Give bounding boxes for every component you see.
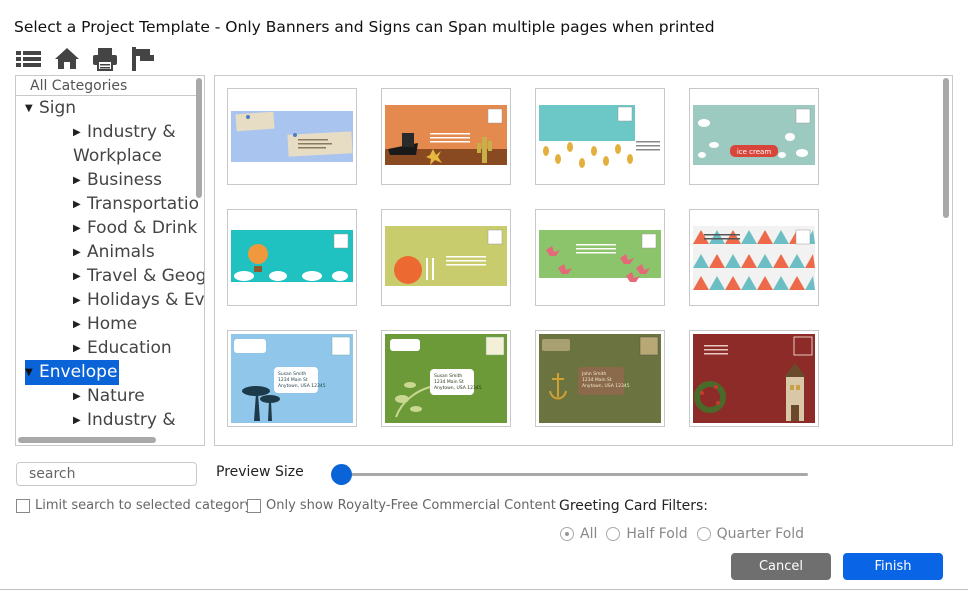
template-thumbnail[interactable] [227, 88, 357, 185]
preview-size-slider-track[interactable] [338, 473, 808, 476]
tree-item[interactable]: ▼ Sign [25, 96, 76, 121]
caret-right-icon[interactable]: ▶ [73, 265, 87, 289]
tree-item[interactable]: ▶ Food & Drink [73, 216, 197, 241]
radio-half-fold-label: Half Fold [626, 526, 688, 542]
flag-icon[interactable] [130, 47, 156, 71]
template-thumbnail[interactable] [381, 209, 511, 306]
tree-item[interactable]: ▶ Transportatio [73, 192, 199, 217]
radio-quarter-fold-label: Quarter Fold [716, 526, 805, 542]
radio-quarter-fold[interactable] [696, 527, 711, 541]
royalty-free-option: Only show Royalty-Free Commercial Conten… [247, 498, 556, 513]
caret-right-icon[interactable]: ▶ [73, 193, 87, 217]
svg-text:1234 Main St: 1234 Main St [582, 377, 612, 383]
tree-item-label: Home [87, 314, 138, 334]
tree-item-label: Workplace [73, 146, 162, 166]
template-thumbnail[interactable] [381, 88, 511, 185]
caret-down-icon[interactable]: ▼ [25, 361, 39, 385]
tree-item[interactable]: ▶ Industry & [73, 408, 176, 433]
tree-vertical-scrollbar[interactable] [196, 78, 202, 198]
tree-item-label: Transportatio [87, 194, 199, 214]
tree-item[interactable]: ▼ Envelope [25, 360, 120, 385]
category-tree[interactable]: All Categories ▼ Sign ▶ Industry & Workplace… [15, 75, 205, 446]
tree-item-label: Sign [39, 98, 77, 118]
caret-right-icon[interactable]: ▶ [73, 241, 87, 265]
finish-button[interactable]: Finish [843, 553, 943, 580]
caret-right-icon[interactable]: ▶ [73, 289, 87, 313]
preview-size-slider-handle[interactable] [331, 464, 352, 485]
tree-item-label: Holidays & Eve [87, 290, 205, 310]
caret-right-icon[interactable]: ▶ [73, 337, 87, 361]
template-thumbnail[interactable]: Susan Smith 1234 Main St Anytown, USA 12… [227, 330, 357, 427]
tree-item-label: Business [87, 170, 162, 190]
tree-item[interactable]: ▶ Education [73, 336, 172, 361]
radio-half-fold[interactable] [606, 527, 621, 541]
radio-all[interactable] [560, 527, 574, 541]
tree-item[interactable]: Workplace [73, 144, 162, 168]
preview-size-label: Preview Size [216, 464, 304, 480]
svg-text:John Smith: John Smith [581, 371, 606, 377]
grid-vertical-scrollbar[interactable] [943, 78, 949, 218]
tree-item-label: Nature [87, 386, 145, 406]
caret-right-icon[interactable]: ▶ [73, 409, 87, 433]
tree-item-label: Food & Drink [87, 218, 198, 238]
template-thumbnail[interactable] [535, 209, 665, 306]
list-icon[interactable] [16, 47, 42, 71]
svg-text:Anytown, USA 12345: Anytown, USA 12345 [434, 385, 482, 391]
tree-item[interactable]: ▶ Business [73, 168, 162, 193]
tree-item-label: Education [87, 338, 172, 358]
tree-item-label: Envelope [39, 362, 118, 382]
caret-right-icon[interactable]: ▶ [73, 169, 87, 193]
template-thumbnail[interactable]: ice cream [689, 88, 819, 185]
tree-item[interactable]: ▶ Industry & [73, 120, 176, 145]
tree-item[interactable]: ▶ Animals [73, 240, 155, 265]
caret-right-icon[interactable]: ▶ [73, 121, 87, 145]
printer-icon[interactable] [92, 47, 118, 71]
tree-item[interactable]: ▶ Nature [73, 384, 145, 409]
svg-text:Susan Smith: Susan Smith [434, 373, 462, 379]
template-thumbnail[interactable] [535, 88, 665, 185]
ice-cream-label: ice cream [737, 148, 771, 156]
radio-all-label: All [580, 526, 598, 542]
template-thumbnail[interactable] [689, 330, 819, 427]
tree-item[interactable]: ▶ Travel & Geog [73, 264, 205, 289]
home-icon[interactable] [54, 47, 80, 71]
search-input[interactable] [16, 462, 197, 486]
template-thumbnail[interactable] [227, 209, 357, 306]
caret-down-icon[interactable]: ▼ [25, 97, 39, 121]
template-thumbnail[interactable]: John Smith 1234 Main St Anytown, USA 123… [535, 330, 665, 427]
svg-text:Anytown, USA 12345: Anytown, USA 12345 [278, 383, 326, 389]
template-thumbnail[interactable] [689, 209, 819, 306]
svg-text:1234 Main St: 1234 Main St [434, 379, 464, 385]
royalty-free-checkbox[interactable] [247, 498, 261, 513]
caret-right-icon[interactable]: ▶ [73, 385, 87, 409]
cancel-button[interactable]: Cancel [731, 553, 831, 580]
caret-right-icon[interactable]: ▶ [73, 313, 87, 337]
limit-search-option: Limit search to selected category [16, 498, 252, 513]
tree-item-label: Industry & [87, 410, 176, 430]
svg-text:Anytown, USA 12345: Anytown, USA 12345 [582, 383, 630, 389]
tree-item-label: Travel & Geog [87, 266, 205, 286]
greeting-card-filters-label: Greeting Card Filters: [559, 498, 708, 514]
tree-item-label: Industry & [87, 122, 176, 142]
svg-text:Susan Smith: Susan Smith [278, 371, 306, 377]
tree-item-label: Animals [87, 242, 155, 262]
dialog-title: Select a Project Template - Only Banners… [14, 18, 715, 36]
royalty-free-label: Only show Royalty-Free Commercial Conten… [266, 498, 556, 513]
template-thumbnail[interactable]: Susan Smith 1234 Main St Anytown, USA 12… [381, 330, 511, 427]
limit-search-checkbox[interactable] [16, 498, 30, 513]
tree-item[interactable]: ▶ Holidays & Eve [73, 288, 205, 313]
svg-text:1234 Main St: 1234 Main St [278, 377, 308, 383]
caret-right-icon[interactable]: ▶ [73, 217, 87, 241]
tree-item[interactable]: ▶ Home [73, 312, 137, 337]
limit-search-label: Limit search to selected category [35, 498, 253, 513]
greeting-card-filter-group: All Half Fold Quarter Fold [560, 526, 813, 542]
dialog-bottom-border [0, 589, 968, 590]
template-grid[interactable]: ice cream Susan Smith 1234 Main St Anyto… [214, 75, 953, 446]
tree-header-all-categories[interactable]: All Categories [16, 76, 197, 96]
tree-horizontal-scrollbar[interactable] [18, 437, 156, 443]
